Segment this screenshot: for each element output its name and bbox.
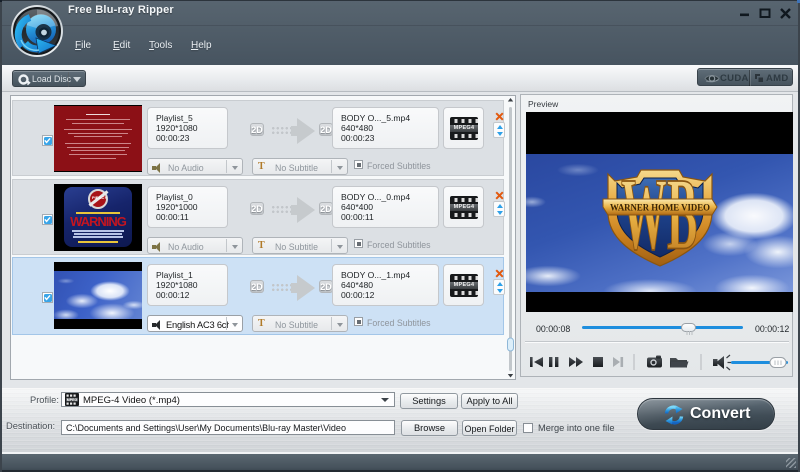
svg-text:MPEG: MPEG	[67, 398, 78, 402]
svg-text:WARNER HOME VIDEO: WARNER HOME VIDEO	[610, 203, 710, 213]
